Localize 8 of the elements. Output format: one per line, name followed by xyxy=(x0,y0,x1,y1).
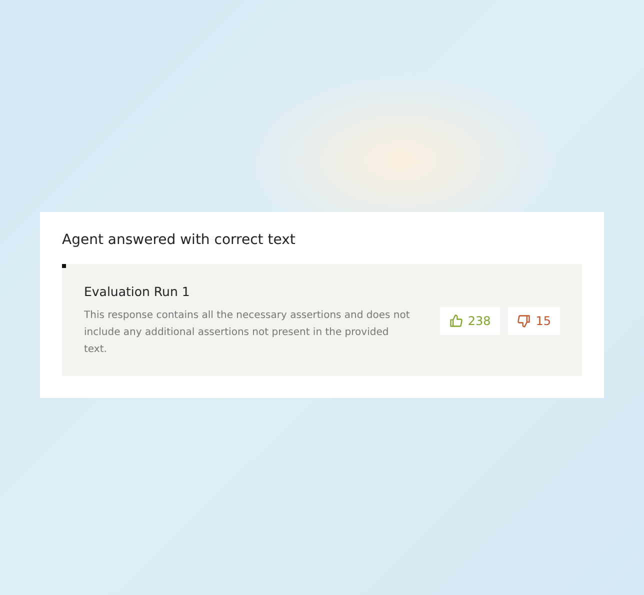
downvote-button[interactable]: 15 xyxy=(508,307,560,335)
thumbs-up-icon xyxy=(448,314,463,328)
thumbs-down-icon xyxy=(516,314,531,328)
run-description: This response contains all the necessary assertions and does not include any additional assertions not present in the provided text. xyxy=(84,309,411,357)
card-title: Agent answered with correct text xyxy=(62,232,296,248)
run-title: Evaluation Run 1 xyxy=(84,284,191,299)
upvote-button[interactable]: 238 xyxy=(440,307,500,335)
square-marker xyxy=(62,264,66,268)
